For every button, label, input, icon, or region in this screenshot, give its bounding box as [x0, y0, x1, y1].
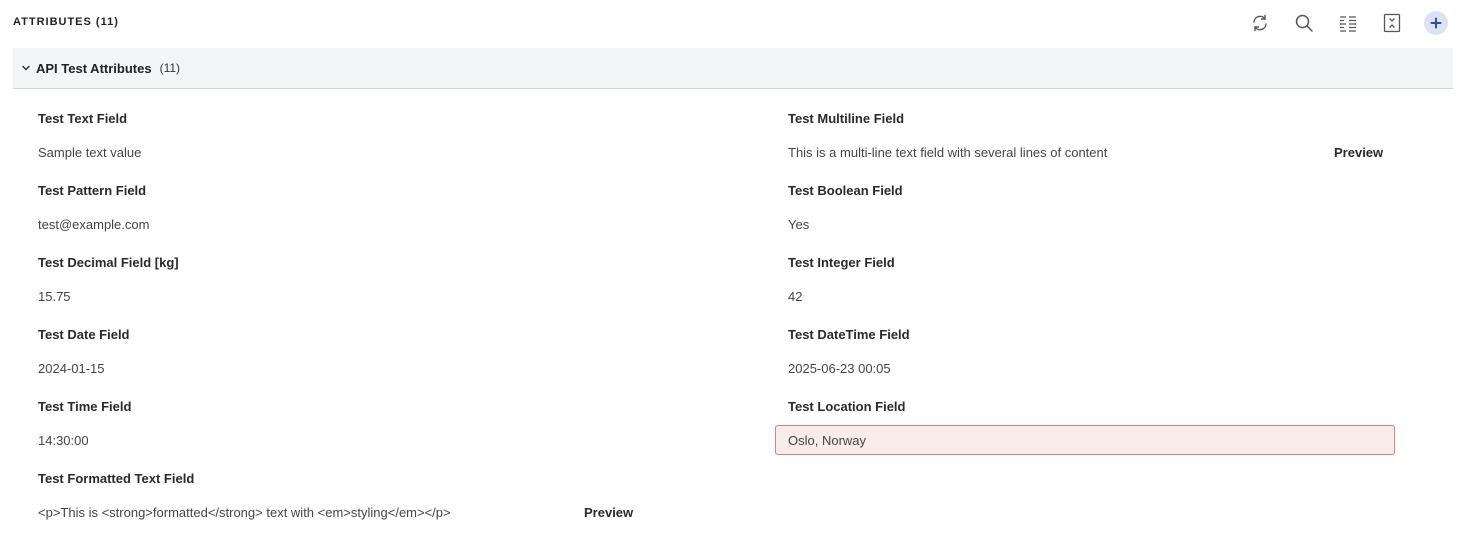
search-button[interactable] — [1292, 11, 1316, 35]
field-label-multiline: Test Multiline Field — [788, 111, 905, 126]
field-label-integer: Test Integer Field — [788, 255, 895, 270]
field-label-decimal: Test Decimal Field [kg] — [38, 255, 179, 270]
field-label-pattern: Test Pattern Field — [38, 183, 147, 198]
field-label-text: Test Text Field — [38, 111, 128, 126]
add-icon — [1430, 17, 1442, 29]
chevron-down-icon — [20, 62, 32, 74]
field-label-datetime: Test DateTime Field — [788, 327, 910, 342]
add-attribute-button[interactable] — [1424, 11, 1448, 35]
field-value-integer: 42 — [788, 289, 803, 304]
refresh-button[interactable] — [1248, 11, 1272, 35]
toolbar — [1248, 11, 1448, 35]
field-value-formatted: <p>This is <strong>formatted</strong> te… — [38, 505, 451, 520]
location-value-highlight[interactable]: Oslo, Norway — [775, 425, 1395, 455]
search-icon — [1295, 14, 1313, 32]
collapse-button[interactable] — [1380, 11, 1404, 35]
group-count: (11) — [159, 61, 181, 75]
collapse-icon — [1383, 13, 1401, 33]
list-view-button[interactable] — [1336, 11, 1360, 35]
field-value-decimal: 15.75 — [38, 289, 71, 304]
field-label-time: Test Time Field — [38, 399, 132, 414]
field-label-boolean: Test Boolean Field — [788, 183, 903, 198]
field-value-datetime: 2025-06-23 00:05 — [788, 361, 891, 376]
field-value-text: Sample text value — [38, 145, 142, 160]
multiline-preview-button[interactable]: Preview — [1334, 145, 1383, 160]
group-title: API Test Attributes — [36, 60, 152, 76]
field-value-time: 14:30:00 — [38, 433, 89, 448]
field-value-boolean: Yes — [788, 217, 810, 232]
field-label-formatted: Test Formatted Text Field — [38, 471, 195, 486]
field-value-multiline: This is a multi-line text field with sev… — [788, 145, 1108, 160]
formatted-preview-button[interactable]: Preview — [584, 505, 633, 520]
field-value-pattern: test@example.com — [38, 217, 150, 232]
field-value-location: Oslo, Norway — [788, 433, 867, 448]
refresh-icon — [1253, 14, 1267, 32]
field-label-date: Test Date Field — [38, 327, 130, 342]
attributes-panel: ATTRIBUTES (11) API Test Attributes (11)… — [0, 0, 1458, 544]
panel-title: ATTRIBUTES (11) — [13, 16, 119, 28]
attribute-group-header[interactable]: API Test Attributes (11) — [13, 48, 1453, 89]
field-label-location: Test Location Field — [788, 399, 906, 414]
panel-header: ATTRIBUTES (11) — [0, 0, 1458, 46]
list-view-icon — [1340, 16, 1356, 32]
field-value-date: 2024-01-15 — [38, 361, 105, 376]
